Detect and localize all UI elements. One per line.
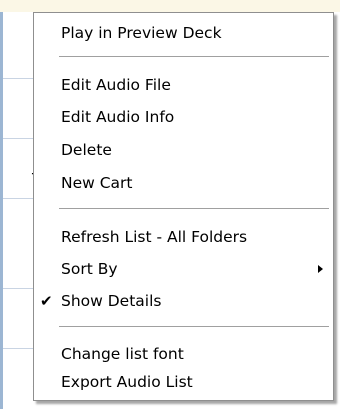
menu-separator	[59, 208, 329, 210]
menu-item-export-audio-list[interactable]: Export Audio List	[34, 369, 333, 395]
submenu-arrow-icon	[318, 265, 323, 273]
menu-item-change-list-font[interactable]: Change list font	[34, 341, 333, 367]
menu-separator	[59, 326, 329, 328]
menu-item-label: Show Details	[61, 292, 162, 310]
checkmark-icon: ✔	[40, 292, 53, 310]
menu-item-label: Sort By	[61, 260, 118, 278]
menu-item-label: Play in Preview Deck	[61, 24, 222, 42]
list-row[interactable]	[3, 138, 33, 199]
screen: 3 T D k 9 Play in Preview Deck Edit Audi…	[0, 0, 340, 409]
list-row[interactable]	[3, 288, 33, 349]
list-header-strip	[0, 0, 340, 12]
list-row[interactable]	[3, 40, 33, 79]
menu-item-delete[interactable]: Delete	[34, 137, 333, 163]
menu-separator	[59, 56, 329, 58]
menu-item-edit-audio-file[interactable]: Edit Audio File	[34, 72, 333, 98]
menu-item-label: Change list font	[61, 345, 184, 363]
menu-item-play-in-preview-deck[interactable]: Play in Preview Deck	[34, 20, 333, 46]
list-row[interactable]	[3, 78, 33, 139]
menu-item-label: New Cart	[61, 174, 133, 192]
menu-item-label: Refresh List - All Folders	[61, 228, 248, 246]
menu-item-show-details[interactable]: ✔ Show Details	[34, 288, 333, 314]
menu-item-new-cart[interactable]: New Cart	[34, 170, 333, 196]
context-menu: Play in Preview Deck Edit Audio File Edi…	[33, 12, 334, 401]
menu-item-edit-audio-info[interactable]: Edit Audio Info	[34, 104, 333, 130]
menu-item-label: Edit Audio Info	[61, 108, 175, 126]
list-row[interactable]	[3, 198, 33, 289]
menu-item-sort-by[interactable]: Sort By	[34, 256, 333, 282]
menu-item-refresh-list[interactable]: Refresh List - All Folders	[34, 224, 333, 250]
menu-item-label: Edit Audio File	[61, 76, 171, 94]
menu-item-label: Export Audio List	[61, 373, 193, 391]
menu-item-label: Delete	[61, 141, 112, 159]
